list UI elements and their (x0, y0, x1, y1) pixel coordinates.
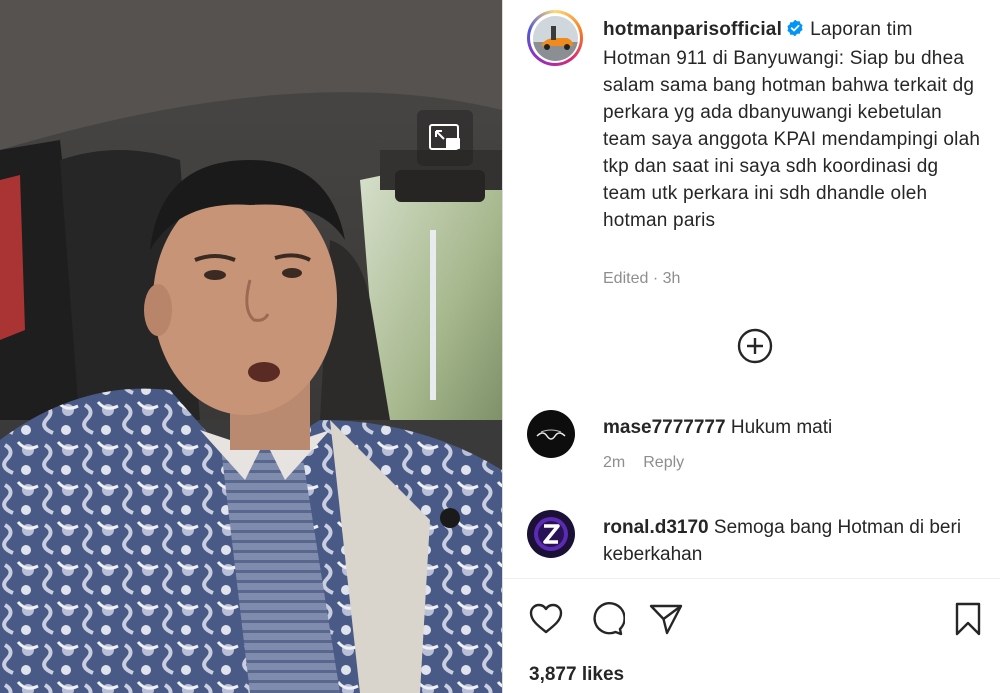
author-avatar-image (532, 15, 578, 61)
like-button[interactable] (527, 600, 565, 638)
comment-item: ronal.d3170 Semoga bang Hotman di beri k… (527, 510, 977, 570)
video-frame (0, 0, 502, 693)
comment-text: Hukum mati (730, 417, 833, 438)
heart-icon (529, 603, 563, 634)
comment-item: mase7777777 Hukum mati 2m Reply (527, 410, 977, 480)
plus-circle-icon (737, 328, 773, 364)
save-button[interactable] (949, 600, 987, 638)
author-username[interactable]: hotmanparisofficial (603, 19, 782, 40)
commenter-avatar-image (527, 510, 575, 558)
author-avatar[interactable] (527, 10, 583, 66)
comment-bubble-icon (593, 602, 626, 636)
comment-username[interactable]: ronal.d3170 (603, 517, 709, 538)
post-panel: hotmanparisofficial Laporan tim Hotman 91… (502, 0, 1000, 693)
bookmark-icon (955, 602, 981, 636)
comment-username[interactable]: mase7777777 (603, 417, 726, 438)
post-media[interactable] (0, 0, 502, 693)
verified-badge-icon (786, 18, 804, 45)
paper-plane-icon (649, 604, 683, 635)
caption-text: Laporan tim Hotman 911 di Banyuwangi: Si… (603, 19, 981, 231)
picture-in-picture-icon (429, 124, 460, 150)
commenter-avatar[interactable] (527, 410, 575, 458)
actions-divider (503, 578, 1000, 579)
reply-button[interactable]: Reply (643, 454, 684, 471)
post-meta: Edited · 3h (603, 270, 681, 287)
comment-button[interactable] (587, 600, 626, 638)
share-button[interactable] (647, 600, 685, 638)
picture-in-picture-button[interactable] (417, 110, 473, 166)
comment-time: 2m (603, 454, 626, 471)
likes-count[interactable]: 3,877 likes (529, 664, 624, 686)
commenter-avatar-image (527, 410, 575, 458)
commenter-avatar[interactable] (527, 510, 575, 558)
load-more-comments-button[interactable] (735, 326, 775, 366)
post-caption: hotmanparisofficial Laporan tim Hotman 91… (603, 16, 983, 234)
